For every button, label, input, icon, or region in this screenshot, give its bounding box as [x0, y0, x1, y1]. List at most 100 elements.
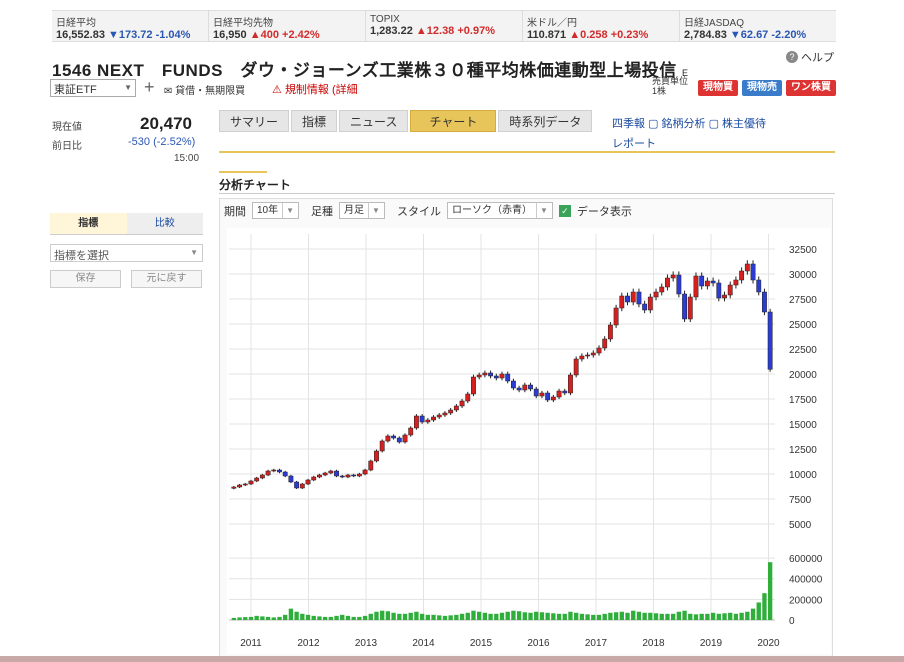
ticker-jasdaq[interactable]: 日経JASDAQ 2,784.83 ▼62.67 -2.20%	[680, 11, 836, 41]
tab-indicators[interactable]: 指標	[291, 110, 338, 132]
candle-body	[356, 473, 362, 477]
y-tick-label: 20000	[789, 370, 817, 381]
volume-bar	[248, 616, 254, 620]
volume-bar	[311, 615, 316, 620]
market-select[interactable]: 東証ETF ▼	[50, 79, 136, 97]
candle-body	[453, 405, 459, 411]
link-shikiho[interactable]: 四季報	[612, 118, 645, 130]
candle-body	[237, 484, 242, 488]
tab-chart[interactable]: チャート	[410, 110, 497, 132]
basis-select[interactable]: 月足 ▼	[339, 202, 385, 219]
period-select[interactable]: 10年 ▼	[252, 202, 300, 219]
candle-body	[665, 277, 670, 288]
candle-body	[471, 376, 476, 395]
mail-icon[interactable]: ✉	[164, 86, 172, 97]
ticker-name: TOPIX	[370, 14, 400, 25]
link-report[interactable]: レポート	[612, 138, 656, 150]
candle-body	[379, 440, 385, 452]
volume-bar	[762, 593, 767, 620]
volume-bar	[608, 612, 613, 620]
candle-body	[305, 479, 311, 485]
x-tick-label: 2020	[757, 638, 780, 649]
volume-bar	[271, 617, 276, 620]
lending-label: 貸借・無期限買	[175, 86, 246, 97]
candle-body	[579, 355, 585, 360]
link-benefits[interactable]: 株主優待	[722, 118, 766, 130]
candle-body	[596, 347, 602, 354]
y-tick-label: 25000	[789, 320, 817, 331]
add-portfolio-icon[interactable]: +	[144, 77, 155, 98]
extra-links: 四季報 ▢ 銘柄分析 ▢ 株主優待 レポート	[612, 118, 767, 150]
volume-bar	[385, 611, 391, 620]
restriction-detail-link[interactable]: (詳細	[332, 84, 358, 96]
volume-bar	[471, 610, 476, 620]
candle-body	[693, 275, 699, 298]
candle-body	[499, 373, 505, 379]
candle-body	[562, 390, 568, 394]
market-value: 東証ETF	[54, 84, 97, 96]
tab-summary[interactable]: サマリー	[219, 110, 290, 132]
volume-bar	[408, 612, 413, 620]
side-tab-compare[interactable]: 比較	[126, 213, 203, 235]
candle-body	[647, 296, 653, 311]
chevron-down-icon: ▼	[282, 203, 294, 218]
volume-bar	[642, 612, 647, 620]
indicator-select[interactable]: 指標を選択 ▼	[50, 244, 203, 262]
y-tick-label: 30000	[789, 270, 817, 281]
volume-bar	[477, 611, 482, 620]
volume-bar	[676, 611, 682, 620]
volume-bar	[716, 613, 721, 620]
ticker-change: ▲12.38 +0.97%	[415, 25, 495, 37]
y-tick-label: 5000	[789, 520, 812, 531]
ticker-usdjpy[interactable]: 米ドル／円 110.871 ▲0.258 +0.23%	[523, 11, 680, 41]
price-change: -530 (-2.52%)	[128, 136, 196, 148]
ticker-nikkei[interactable]: 日経平均 16,552.83 ▼173.72 -1.04%	[52, 11, 209, 41]
candle-body	[545, 392, 551, 401]
one-stock-buy-button[interactable]: ワン株買	[786, 80, 836, 96]
data-display-checkbox[interactable]: ✓	[558, 204, 571, 217]
tab-timeseries[interactable]: 時系列データ	[498, 110, 593, 132]
volume-tick-label: 400000	[789, 575, 823, 586]
candle-body	[522, 384, 528, 391]
help-link[interactable]: ? ヘルプ	[786, 49, 834, 65]
ticker-nikkei-futures[interactable]: 日経平均先物 16,950 ▲400 +2.42%	[209, 11, 366, 41]
volume-bar	[437, 615, 442, 620]
chart-toolbar: 期間 10年 ▼ 足種 月足 ▼ スタイル ローソク（赤青） ▼ ✓ データ表示	[224, 202, 632, 219]
chevron-down-icon: ▼	[190, 248, 198, 257]
volume-bar	[254, 615, 259, 620]
reset-button[interactable]: 元に戻す	[131, 270, 202, 288]
volume-bar	[665, 613, 670, 620]
candle-body	[334, 470, 339, 477]
volume-bar	[705, 613, 710, 620]
volume-bar	[374, 611, 379, 620]
save-button[interactable]: 保存	[50, 270, 121, 288]
style-select[interactable]: ローソク（赤青） ▼	[446, 202, 553, 219]
spot-sell-button[interactable]: 現物売	[742, 80, 782, 96]
volume-bar	[551, 613, 556, 620]
link-analysis[interactable]: 銘柄分析	[662, 118, 706, 130]
volume-bar	[591, 614, 596, 620]
ticker-topix[interactable]: TOPIX 1,283.22 ▲12.38 +0.97%	[366, 11, 523, 41]
candle-body	[368, 460, 374, 471]
unit-label: 売買単位	[652, 76, 689, 86]
candle-body	[539, 392, 545, 397]
basis-label: 足種	[311, 205, 334, 218]
spot-buy-button[interactable]: 現物買	[698, 80, 738, 96]
volume-bar	[670, 613, 676, 620]
x-tick-label: 2019	[700, 638, 723, 649]
candle-body	[676, 274, 682, 295]
candle-body	[254, 477, 260, 482]
candlestick-chart[interactable]: 2011 2012 2013 2014 2015 2016 2017 2018 2019 2020…	[227, 228, 831, 654]
tab-news[interactable]: ニュース	[339, 110, 409, 132]
side-tab-indicator[interactable]: 指標	[50, 213, 127, 235]
volume-bar	[733, 613, 739, 620]
ticker-name: 日経平均	[56, 18, 96, 29]
volume-bar	[528, 612, 533, 620]
candle-body	[231, 486, 237, 489]
candle-body	[619, 295, 625, 309]
section-title: 分析チャート	[219, 178, 291, 192]
volume-bar	[648, 612, 653, 620]
volume-bar	[294, 611, 299, 620]
candle-body	[311, 476, 317, 481]
x-tick-label: 2018	[642, 638, 665, 649]
